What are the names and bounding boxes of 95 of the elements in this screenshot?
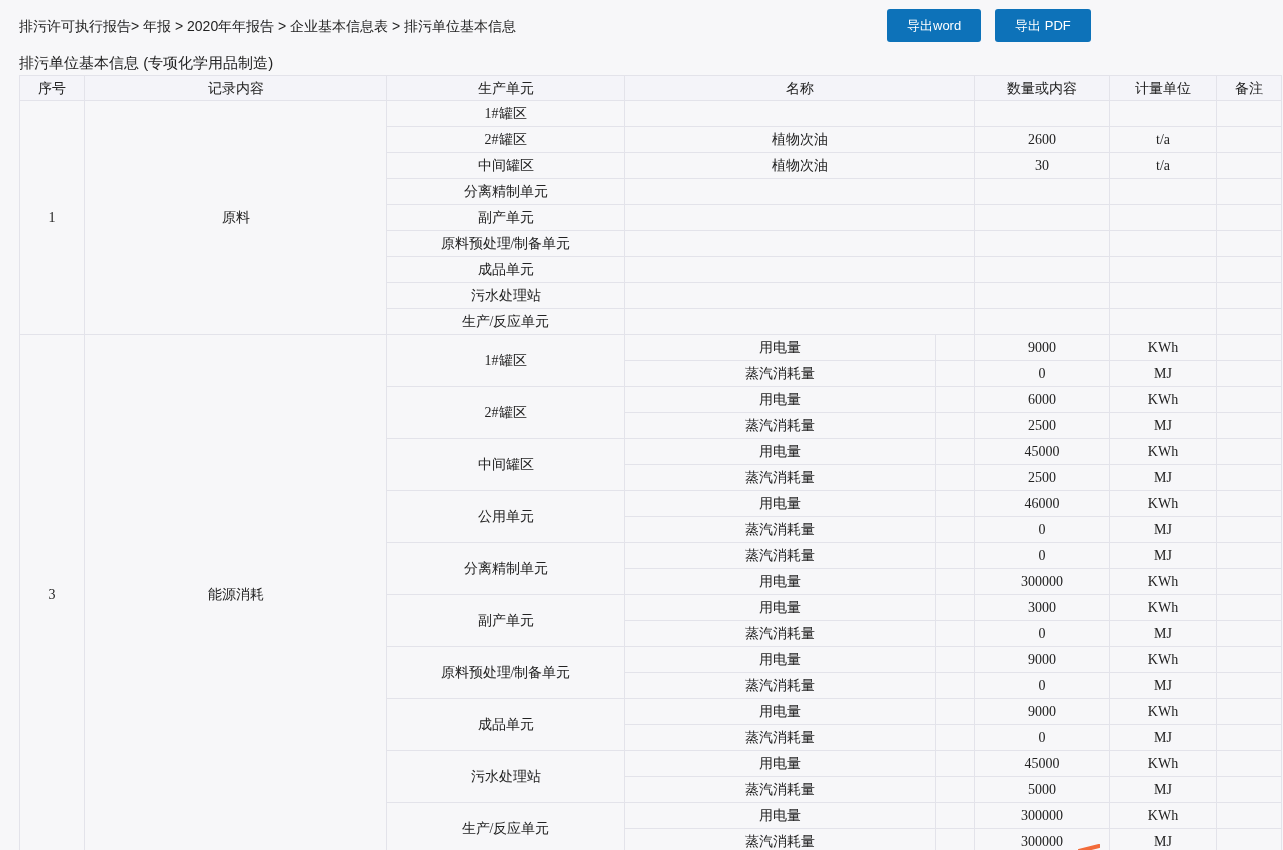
- export-pdf-button[interactable]: 导出 PDF: [995, 9, 1091, 42]
- table-cell: 1#罐区: [386, 334, 625, 387]
- table-cell: 300000: [974, 802, 1110, 829]
- table-cell: MJ: [1109, 620, 1217, 647]
- table-cell: MJ: [1109, 724, 1217, 751]
- table-cell: 蒸汽消耗量: [624, 776, 936, 803]
- table-cell: 生产/反应单元: [386, 308, 625, 335]
- column-header: 计量单位: [1109, 75, 1217, 101]
- table-cell: 5000: [974, 776, 1110, 803]
- table-cell: 2500: [974, 412, 1110, 439]
- table-cell: 蒸汽消耗量: [624, 464, 936, 491]
- table-cell: KWh: [1109, 568, 1217, 595]
- table-cell: 2600: [974, 126, 1110, 153]
- table-cell: 原料预处理/制备单元: [386, 646, 625, 699]
- table-cell: 公用单元: [386, 490, 625, 543]
- table-cell: MJ: [1109, 516, 1217, 543]
- table-cell: MJ: [1109, 542, 1217, 569]
- table-cell: 蒸汽消耗量: [624, 516, 936, 543]
- table-cell: 成品单元: [386, 698, 625, 751]
- table-cell: 中间罐区: [386, 152, 625, 179]
- table-cell: 用电量: [624, 438, 936, 465]
- table-cell: 分离精制单元: [386, 542, 625, 595]
- table-cell: 6000: [974, 386, 1110, 413]
- table-cell: MJ: [1109, 672, 1217, 699]
- table-cell: KWh: [1109, 698, 1217, 725]
- table-cell: 蒸汽消耗量: [624, 360, 936, 387]
- table-cell: 用电量: [624, 334, 936, 361]
- table-cell: 用电量: [624, 698, 936, 725]
- column-header: 数量或内容: [974, 75, 1110, 101]
- table-cell: 副产单元: [386, 204, 625, 231]
- table-cell: 分离精制单元: [386, 178, 625, 205]
- table-cell: 9000: [974, 334, 1110, 361]
- table-cell: MJ: [1109, 776, 1217, 803]
- table-cell: 植物次油: [624, 152, 975, 179]
- table-cell: 0: [974, 672, 1110, 699]
- table-cell: MJ: [1109, 412, 1217, 439]
- table-cell: 9000: [974, 698, 1110, 725]
- column-header: 序号: [19, 75, 85, 101]
- table-cell: KWh: [1109, 386, 1217, 413]
- table-cell: 用电量: [624, 594, 936, 621]
- table-cell: 45000: [974, 438, 1110, 465]
- table-cell: 46000: [974, 490, 1110, 517]
- table-cell: KWh: [1109, 802, 1217, 829]
- table-cell: 45000: [974, 750, 1110, 777]
- table-cell: MJ: [1109, 464, 1217, 491]
- column-header: 记录内容: [84, 75, 387, 101]
- table-cell: 2500: [974, 464, 1110, 491]
- column-header: 名称: [624, 75, 975, 101]
- table-cell: KWh: [1109, 438, 1217, 465]
- table-cell: 中间罐区: [386, 438, 625, 491]
- table-cell: t/a: [1109, 152, 1217, 179]
- breadcrumb: 排污许可执行报告> 年报 > 2020年年报告 > 企业基本信息表 > 排污单位基本信息: [19, 17, 518, 36]
- table-cell: 原料预处理/制备单元: [386, 230, 625, 257]
- table-cell: 用电量: [624, 568, 936, 595]
- table-cell: 0: [974, 516, 1110, 543]
- table-cell: 30: [974, 152, 1110, 179]
- table-cell: KWh: [1109, 490, 1217, 517]
- table-cell: 0: [974, 620, 1110, 647]
- table-cell: 植物次油: [624, 126, 975, 153]
- table-cell: 蒸汽消耗量: [624, 412, 936, 439]
- table-cell: 3000: [974, 594, 1110, 621]
- table-cell: KWh: [1109, 594, 1217, 621]
- table-cell: 蒸汽消耗量: [624, 620, 936, 647]
- table-cell: 蒸汽消耗量: [624, 672, 936, 699]
- column-header: 备注: [1216, 75, 1282, 101]
- table-cell: 3: [19, 334, 85, 850]
- table-cell: 用电量: [624, 386, 936, 413]
- section-title: 排污单位基本信息 (专项化学用品制造): [18, 53, 275, 73]
- table-cell: 9000: [974, 646, 1110, 673]
- table-cell: 0: [974, 724, 1110, 751]
- table-cell: 用电量: [624, 646, 936, 673]
- table-cell: 用电量: [624, 750, 936, 777]
- column-header: 生产单元: [386, 75, 625, 101]
- table-cell: 1#罐区: [386, 100, 625, 127]
- table-cell: MJ: [1109, 360, 1217, 387]
- table-cell: 成品单元: [386, 256, 625, 283]
- export-word-button[interactable]: 导出word: [887, 9, 982, 42]
- table-cell: 300000: [974, 568, 1110, 595]
- table-cell: 蒸汽消耗量: [624, 542, 936, 569]
- table-cell: 原料: [84, 100, 387, 335]
- table-cell: 污水处理站: [386, 750, 625, 803]
- table-cell: 副产单元: [386, 594, 625, 647]
- table-cell: 用电量: [624, 802, 936, 829]
- table-cell: KWh: [1109, 750, 1217, 777]
- table-cell: 1: [19, 100, 85, 335]
- table-cell: 污水处理站: [386, 282, 625, 309]
- table-cell: 0: [974, 542, 1110, 569]
- table-cell: 蒸汽消耗量: [624, 724, 936, 751]
- table-cell: 用电量: [624, 490, 936, 517]
- table-cell: 2#罐区: [386, 126, 625, 153]
- table-cell: 2#罐区: [386, 386, 625, 439]
- table-cell: 0: [974, 360, 1110, 387]
- table-cell: KWh: [1109, 334, 1217, 361]
- table-cell: KWh: [1109, 646, 1217, 673]
- table-cell: t/a: [1109, 126, 1217, 153]
